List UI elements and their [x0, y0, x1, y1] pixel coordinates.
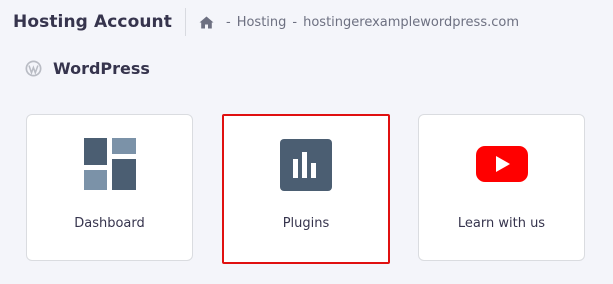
breadcrumb: - Hosting - hostingerexamplewordpress.co…: [199, 15, 519, 30]
plugins-bar-icon: [280, 139, 332, 195]
plugins-label: Plugins: [282, 216, 330, 231]
section-header: WordPress: [25, 57, 150, 79]
home-icon[interactable]: [199, 16, 214, 29]
youtube-play-icon: [475, 146, 528, 186]
wordpress-icon: [25, 60, 42, 77]
breadcrumb-item-hosting[interactable]: Hosting: [237, 15, 287, 30]
learn-icon-wrap: [475, 140, 528, 192]
learn-card[interactable]: Learn with us: [418, 114, 585, 261]
section-title: WordPress: [53, 58, 150, 78]
header-divider: [185, 8, 186, 36]
page-header: Hosting Account - Hosting - hostingerexa…: [13, 8, 519, 36]
dashboard-label: Dashboard: [74, 216, 145, 231]
breadcrumb-separator: -: [292, 14, 298, 30]
plugins-icon-wrap: [280, 139, 332, 195]
dashboard-icon-wrap: [83, 138, 136, 194]
dashboard-grid-icon: [83, 138, 136, 194]
app-title: Hosting Account: [13, 12, 172, 32]
breadcrumb-separator: -: [226, 14, 231, 30]
dashboard-card[interactable]: Dashboard: [26, 114, 193, 261]
plugins-card[interactable]: Plugins: [222, 114, 390, 264]
breadcrumb-item-domain: hostingerexamplewordpress.com: [303, 14, 519, 30]
learn-label: Learn with us: [457, 216, 546, 231]
